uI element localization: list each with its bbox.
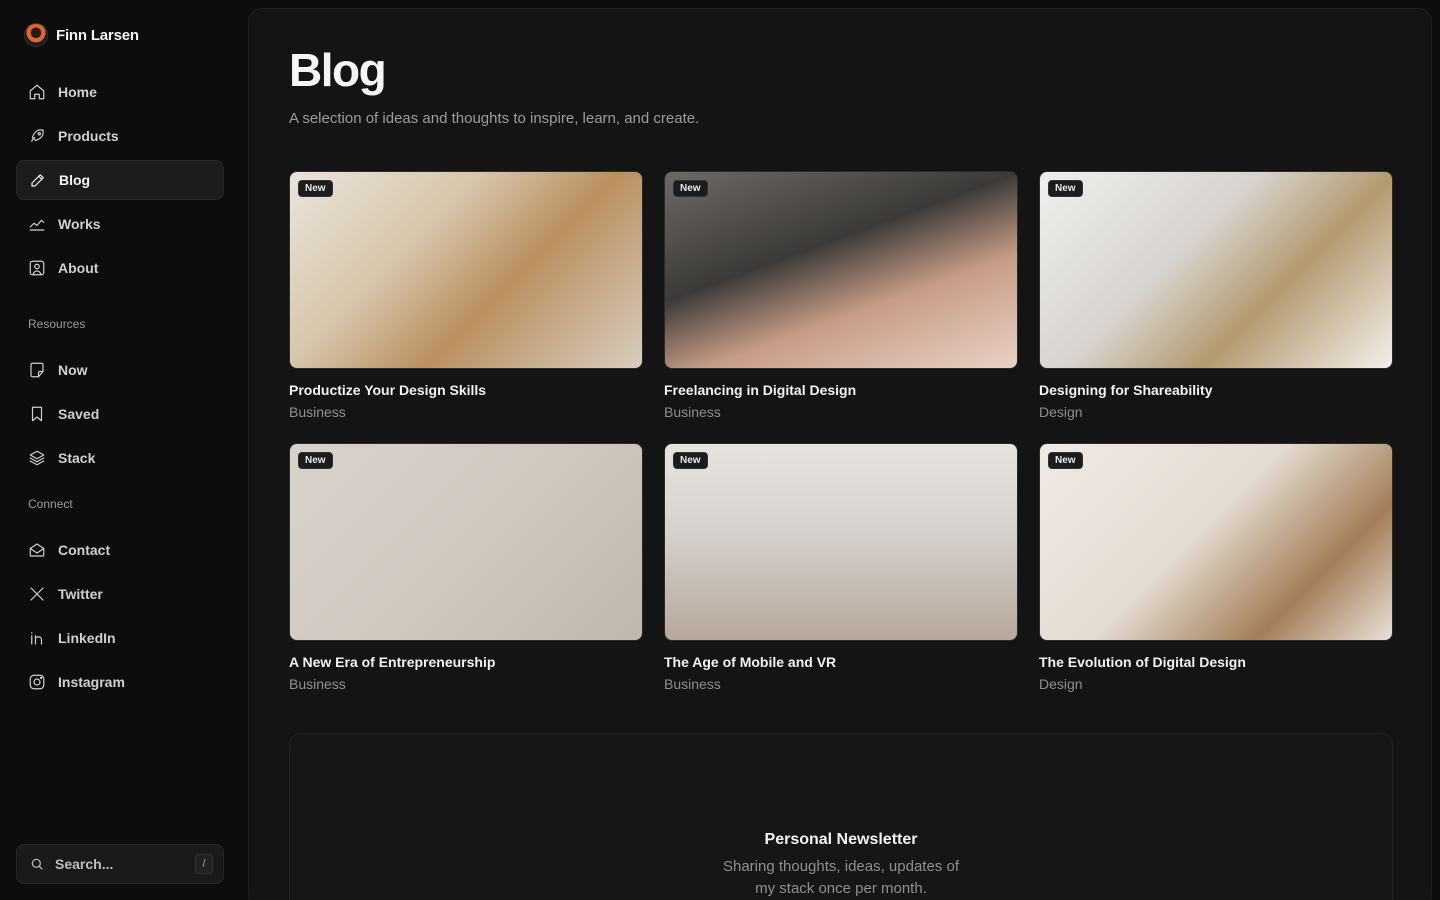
pen-icon	[31, 174, 44, 187]
blog-card[interactable]: New The Age of Mobile and VR Business	[664, 443, 1018, 692]
note-icon	[30, 362, 44, 378]
blog-card[interactable]: New Freelancing in Digital Design Busine…	[664, 171, 1018, 420]
search-box[interactable]: Search... /	[16, 844, 224, 884]
post-title[interactable]: Freelancing in Digital Design	[664, 382, 1018, 398]
home-icon	[29, 84, 45, 100]
resources-section: Resources Now Saved Stack	[16, 314, 224, 482]
blog-card[interactable]: New Designing for Shareability Design	[1039, 171, 1393, 420]
sidebar-item-contact[interactable]: Contact	[16, 530, 224, 570]
post-category: Business	[664, 404, 721, 420]
main-panel: Blog A selection of ideas and thoughts t…	[248, 8, 1432, 900]
section-label-resources: Resources	[28, 317, 86, 331]
bookmark-icon	[31, 406, 43, 422]
instagram-icon	[29, 674, 45, 690]
sidebar-item-stack[interactable]: Stack	[16, 438, 224, 478]
post-thumbnail[interactable]: New	[1039, 171, 1393, 369]
post-category: Business	[289, 404, 346, 420]
sidebar-item-label: Twitter	[58, 586, 103, 602]
search-input[interactable]: Search...	[55, 856, 185, 872]
newsletter-description: Sharing thoughts, ideas, updates of my s…	[722, 858, 959, 897]
mail-open-icon	[29, 543, 45, 557]
sidebar-item-label: About	[58, 260, 99, 276]
page-title: Blog	[289, 44, 387, 96]
post-title[interactable]: Productize Your Design Skills	[289, 382, 643, 398]
x-icon	[30, 587, 44, 601]
sidebar-item-label: Blog	[59, 172, 91, 188]
brand[interactable]: Finn Larsen	[24, 23, 139, 47]
layers-icon	[29, 450, 45, 466]
main-nav: Home Products Blog Works About	[16, 72, 224, 292]
sidebar-item-label: Home	[58, 84, 97, 100]
sidebar-item-home[interactable]: Home	[16, 72, 224, 112]
post-thumbnail[interactable]: New	[664, 443, 1018, 641]
sidebar-item-label: Contact	[58, 542, 111, 558]
new-badge: New	[673, 452, 708, 469]
sidebar-item-label: Instagram	[58, 674, 125, 690]
post-thumbnail[interactable]: New	[289, 443, 643, 641]
post-title[interactable]: The Evolution of Digital Design	[1039, 654, 1393, 670]
post-title[interactable]: A New Era of Entrepreneurship	[289, 654, 643, 670]
page-subtitle: A selection of ideas and thoughts to ins…	[289, 110, 700, 127]
sidebar-item-about[interactable]: About	[16, 248, 224, 288]
sidebar-item-instagram[interactable]: Instagram	[16, 662, 224, 702]
newsletter-title: Personal Newsletter	[764, 831, 918, 848]
sidebar-item-saved[interactable]: Saved	[16, 394, 224, 434]
sidebar-item-now[interactable]: Now	[16, 350, 224, 390]
blog-card[interactable]: New A New Era of Entrepreneurship Busine…	[289, 443, 643, 692]
sidebar-item-label: Products	[58, 128, 119, 144]
sidebar-item-twitter[interactable]: Twitter	[16, 574, 224, 614]
avatar	[24, 23, 48, 47]
search-shortcut: /	[195, 854, 213, 874]
sidebar-item-blog[interactable]: Blog	[16, 160, 224, 200]
search-icon	[31, 858, 43, 870]
post-thumbnail[interactable]: New	[1039, 443, 1393, 641]
sidebar-item-label: Now	[58, 362, 88, 378]
brand-name: Finn Larsen	[56, 26, 139, 44]
post-category: Design	[1039, 676, 1083, 692]
connect-section: Connect Contact Twitter LinkedIn Instagr…	[16, 494, 224, 706]
sidebar: Finn Larsen Home Products Blog Works Abo…	[0, 0, 240, 900]
post-thumbnail[interactable]: New	[664, 171, 1018, 369]
new-badge: New	[673, 180, 708, 197]
sidebar-item-works[interactable]: Works	[16, 204, 224, 244]
post-thumbnail[interactable]: New	[289, 171, 643, 369]
new-badge: New	[1048, 452, 1083, 469]
sidebar-item-label: LinkedIn	[58, 630, 116, 646]
new-badge: New	[1048, 180, 1083, 197]
sidebar-item-linkedin[interactable]: LinkedIn	[16, 618, 224, 658]
linkedin-icon	[31, 632, 43, 645]
post-category: Business	[289, 676, 346, 692]
blog-card[interactable]: New The Evolution of Digital Design Desi…	[1039, 443, 1393, 692]
user-square-icon	[29, 260, 45, 276]
new-badge: New	[298, 180, 333, 197]
post-category: Design	[1039, 404, 1083, 420]
post-category: Business	[664, 676, 721, 692]
sidebar-item-products[interactable]: Products	[16, 116, 224, 156]
post-title[interactable]: The Age of Mobile and VR	[664, 654, 1018, 670]
post-title[interactable]: Designing for Shareability	[1039, 382, 1393, 398]
section-label-connect: Connect	[28, 497, 73, 511]
newsletter-section: Personal Newsletter Sharing thoughts, id…	[289, 733, 1393, 900]
new-badge: New	[298, 452, 333, 469]
blog-card[interactable]: New Productize Your Design Skills Busine…	[289, 171, 643, 420]
rocket-icon	[31, 129, 44, 142]
sidebar-item-label: Stack	[58, 450, 96, 466]
sidebar-item-label: Works	[58, 216, 101, 232]
sidebar-item-label: Saved	[58, 406, 100, 422]
chart-icon	[29, 219, 45, 231]
